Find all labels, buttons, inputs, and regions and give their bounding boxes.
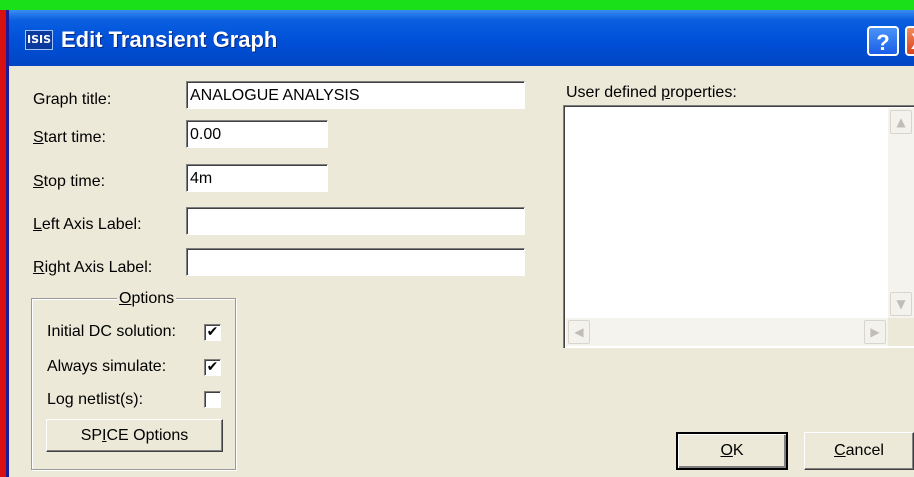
isis-app-icon: ISIS xyxy=(25,30,53,50)
window-border-left xyxy=(6,10,9,477)
left-axis-label: Left Axis Label: xyxy=(33,215,142,235)
vertical-scrollbar[interactable]: ▲ ▼ xyxy=(888,108,914,318)
always-simulate-label: Always simulate: xyxy=(47,358,167,375)
chevron-left-icon[interactable]: ◀ xyxy=(568,320,590,344)
options-mnemonic: O xyxy=(119,290,132,307)
user-properties-mnemonic: p xyxy=(661,84,671,101)
screen-edge-top xyxy=(0,0,914,10)
always-simulate-checkbox[interactable]: ✔ xyxy=(204,359,221,376)
chevron-up-icon[interactable]: ▲ xyxy=(890,110,912,134)
start-time-input[interactable]: 0.00 xyxy=(186,120,328,148)
chevron-right-icon[interactable]: ▶ xyxy=(864,320,886,344)
chevron-down-icon[interactable]: ▼ xyxy=(890,292,912,316)
start-time-label-text: tart time: xyxy=(43,129,106,146)
left-axis-input[interactable] xyxy=(186,207,525,235)
graph-title-input[interactable]: ANALOGUE ANALYSIS xyxy=(186,81,525,109)
left-axis-label-text: eft Axis Label: xyxy=(41,216,142,233)
close-button[interactable]: X xyxy=(905,26,914,56)
cancel-mnemonic: C xyxy=(834,442,846,459)
right-axis-input[interactable] xyxy=(186,248,525,276)
right-axis-label-text: ight Axis Label: xyxy=(44,259,153,276)
ok-mnemonic: O xyxy=(720,442,733,459)
start-time-mnemonic: S xyxy=(33,129,44,146)
start-time-label: Start time: xyxy=(33,128,106,148)
user-properties-label: User defined properties: xyxy=(566,83,737,103)
log-netlist-checkbox[interactable] xyxy=(204,391,221,408)
options-group-title: Options xyxy=(117,289,177,309)
user-properties-pre: User defined xyxy=(566,84,662,101)
title-bar[interactable]: ISIS Edit Transient Graph ? X xyxy=(9,10,914,66)
log-netlist-label: Log netlist(s): xyxy=(47,391,144,408)
right-axis-mnemonic: R xyxy=(33,259,45,276)
graph-title-label: Graph title: xyxy=(33,91,112,108)
spice-button-pre: SP xyxy=(80,427,103,444)
stop-time-label-text: top time: xyxy=(43,173,106,190)
help-button[interactable]: ? xyxy=(867,26,899,56)
options-title-text: ptions xyxy=(131,290,175,307)
cancel-button[interactable]: Cancel xyxy=(804,432,914,470)
stop-time-mnemonic: S xyxy=(33,173,44,190)
horizontal-scrollbar[interactable]: ◀ ▶ xyxy=(566,318,888,346)
window-title: Edit Transient Graph xyxy=(61,27,278,52)
stop-time-input[interactable]: 4m xyxy=(186,164,328,192)
initial-dc-checkbox[interactable]: ✔ xyxy=(204,324,221,341)
spice-button-post: CE Options xyxy=(106,427,189,444)
cancel-label-text: ancel xyxy=(845,442,884,459)
user-properties-post: roperties: xyxy=(670,84,737,101)
user-properties-textarea[interactable] xyxy=(563,105,914,348)
spice-options-button[interactable]: SPICE Options xyxy=(46,419,223,452)
ok-button[interactable]: OK xyxy=(676,432,788,470)
left-axis-mnemonic: L xyxy=(33,216,42,233)
stop-time-label: Stop time: xyxy=(33,172,105,192)
ok-label-text: K xyxy=(732,442,744,459)
scrollbar-corner xyxy=(888,318,914,346)
initial-dc-label: Initial DC solution: xyxy=(47,323,176,340)
right-axis-label: Right Axis Label: xyxy=(33,258,152,278)
